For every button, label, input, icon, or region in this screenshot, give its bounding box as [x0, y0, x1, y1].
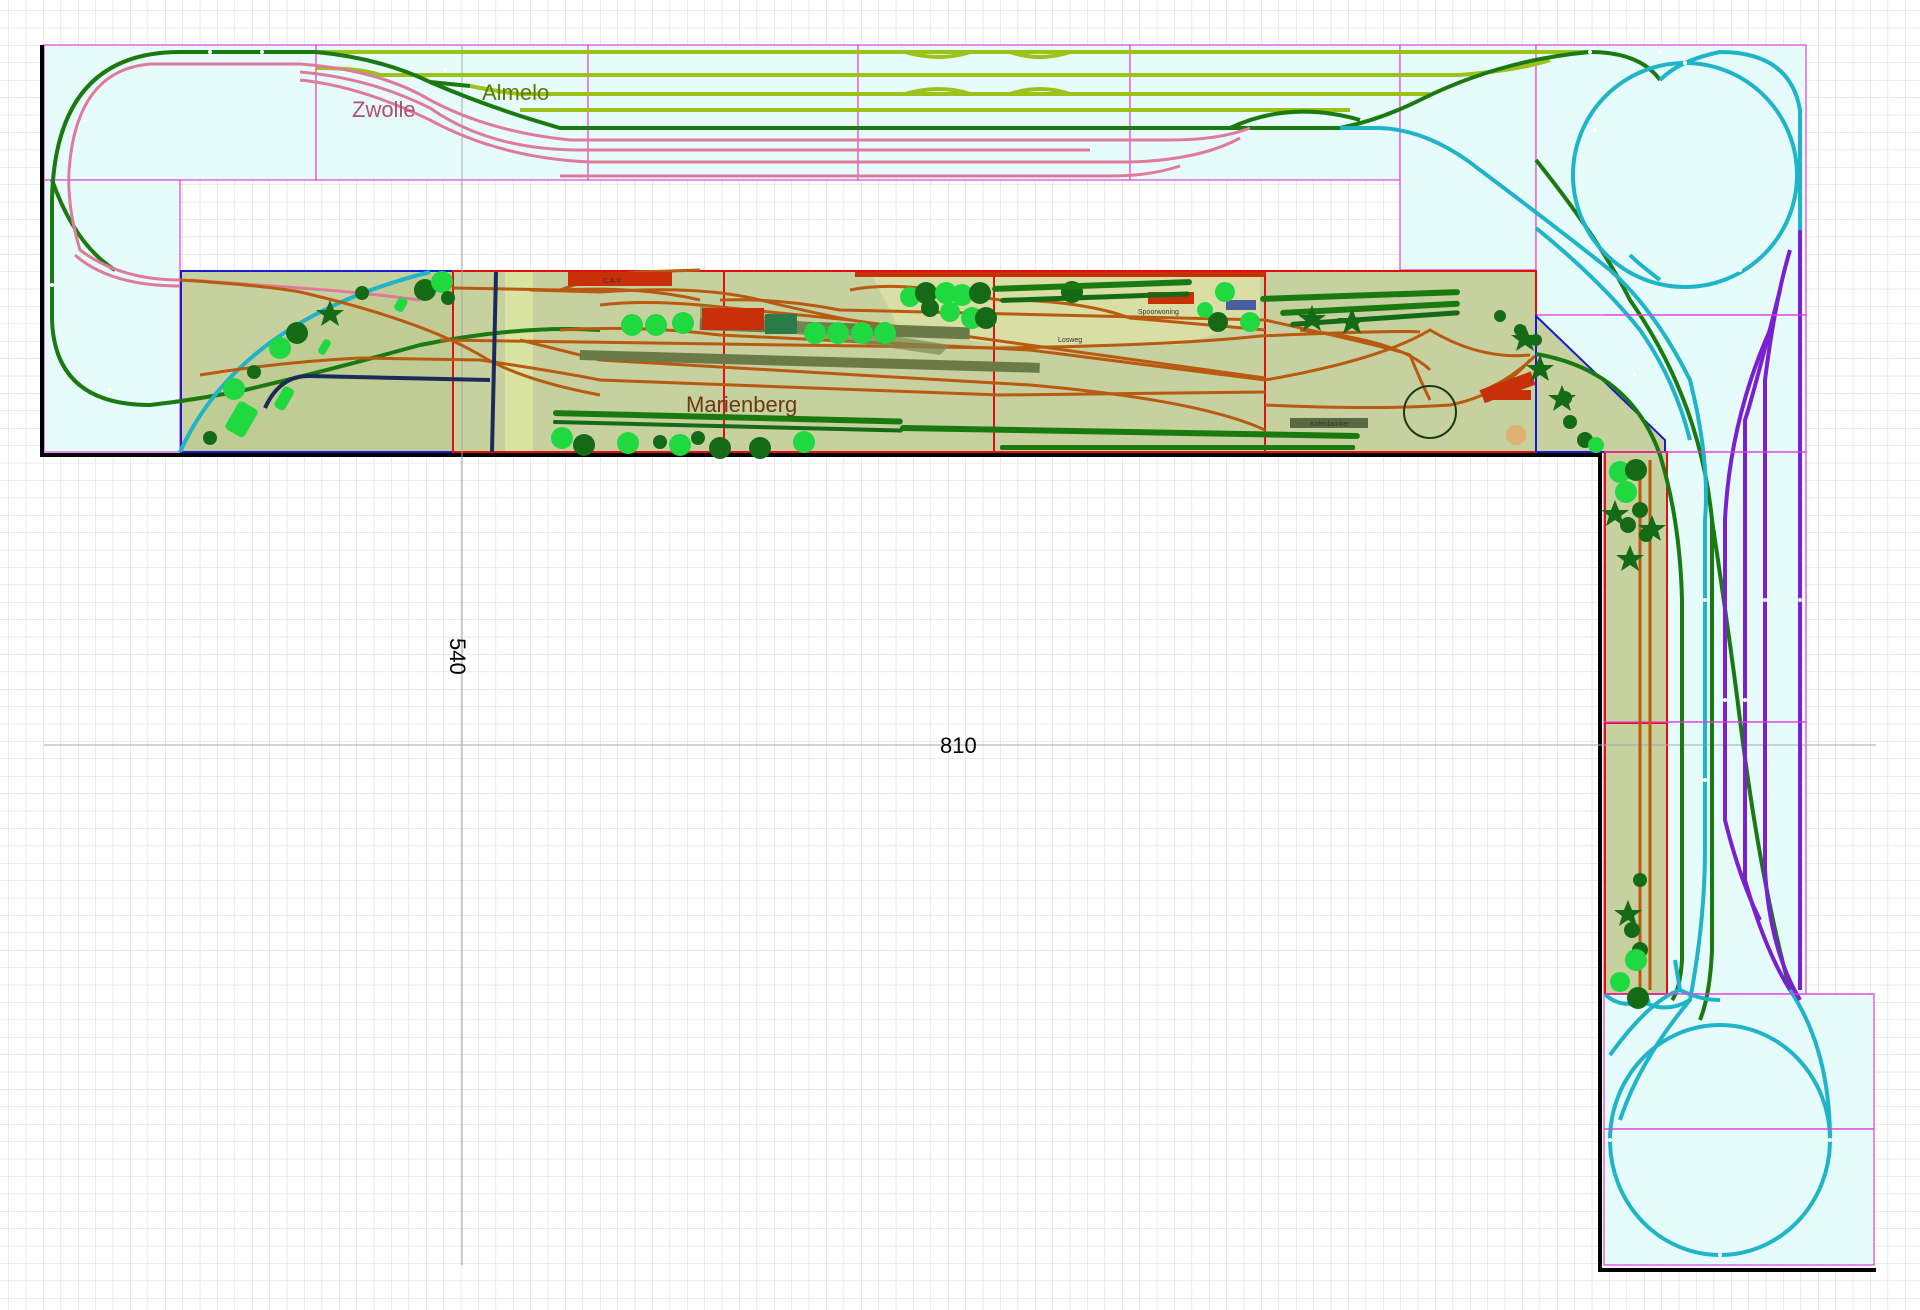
building-label-spoorwoning: Spoorwoning — [1138, 309, 1179, 316]
station-label-almelo: Almelo — [482, 80, 549, 105]
building-label-cav: C.A.V. — [603, 278, 623, 285]
station-label-zwolle: Zwolle — [352, 97, 416, 122]
track-plan-canvas: Zwolle Almelo Marienberg C.A.V. Spoorwon… — [0, 0, 1920, 1310]
building-label-kolenbunker: Kolenbunker — [1310, 421, 1350, 428]
dimension-width-label: 810 — [940, 733, 977, 758]
road-label-losweg: Losweg — [1058, 337, 1082, 344]
station-label-marienberg: Marienberg — [686, 392, 797, 417]
dimension-height-label: 540 — [445, 638, 470, 675]
